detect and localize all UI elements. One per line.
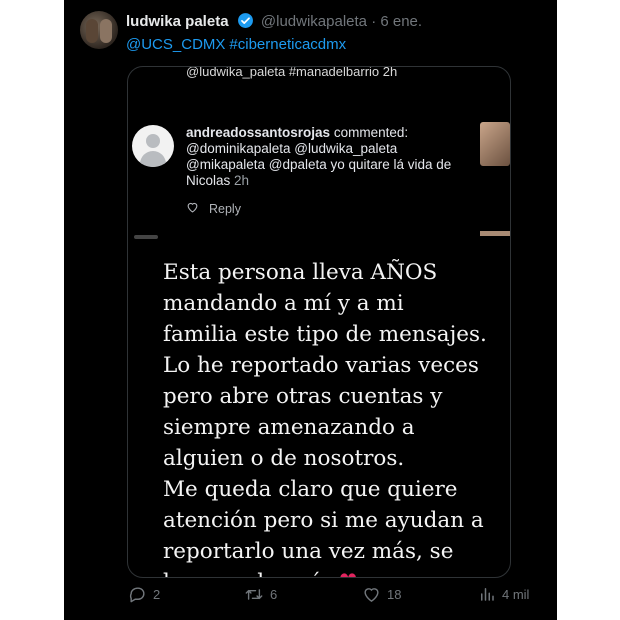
comment-reply-row: Reply (186, 201, 241, 216)
retweet-button[interactable]: 6 (244, 585, 277, 604)
mention-link[interactable]: @UCS_CDMX (126, 36, 225, 53)
heart-emoji: ♥ (338, 570, 357, 577)
tweet-media-image[interactable]: @ludwika_paleta #manadelbarrio 2h andrea… (127, 66, 511, 578)
tweet-header: ludwika paleta @ludwikapaleta · 6 ene. (126, 12, 422, 33)
reply-count: 2 (153, 587, 161, 602)
story-line: familia este tipo de mensajes. (163, 322, 487, 347)
tweet-date[interactable]: · 6 ene. (371, 13, 422, 30)
views-icon (478, 585, 496, 603)
hashtag-link[interactable]: #ciberneticacdmx (229, 36, 346, 53)
comment-line: @mikapaleta @dpaleta yo quitare lá vida … (186, 157, 452, 172)
comment-line: @dominikapaleta @ludwika_paleta (186, 141, 398, 156)
views-count: 4 mil (502, 586, 530, 602)
story-line: alguien o de nosotros. (163, 446, 405, 471)
like-count: 18 (387, 586, 402, 602)
tweet-actions: 2 6 18 4 mil (64, 585, 557, 611)
story-line: Me queda claro que quiere (163, 477, 458, 502)
story-line: los agradecería. (163, 570, 338, 577)
reply-label: Reply (209, 201, 241, 216)
comment-icon (128, 585, 147, 604)
story-line: reportarlo una vez más, se (163, 539, 454, 564)
display-name[interactable]: ludwika paleta (126, 13, 229, 30)
story-line: pero abre otras cuentas y (163, 384, 443, 409)
reply-button[interactable]: 2 (128, 585, 160, 604)
story-line: Lo he reportado varias veces (163, 353, 479, 378)
user-handle[interactable]: @ludwikapaleta (261, 13, 367, 30)
verified-badge-icon (237, 12, 254, 33)
thumbnail-edge (480, 231, 510, 236)
comment-line: Nicolas (186, 173, 231, 188)
story-line: mandando a mí y a mi (163, 291, 404, 316)
views-button[interactable]: 4 mil (478, 585, 529, 603)
story-line: Esta persona lleva AÑOS (163, 260, 438, 285)
tweet-card: ludwika paleta @ludwikapaleta · 6 ene. @… (64, 0, 557, 620)
comment-username: andreadossantosrojas (186, 125, 331, 140)
default-avatar-icon (132, 125, 174, 167)
screenshot-comment: andreadossantosrojas commented: @dominik… (186, 125, 466, 189)
user-avatar[interactable] (80, 11, 118, 49)
like-icon (362, 585, 381, 603)
comment-action: commented: (333, 125, 409, 140)
tweet-text: @UCS_CDMX #ciberneticacdmx (126, 36, 350, 53)
heart-outline-icon (186, 201, 199, 216)
retweet-icon (244, 585, 264, 604)
story-line: siempre amenazando a (163, 415, 415, 440)
comment-post-thumbnail (480, 122, 510, 166)
like-button[interactable]: 18 (362, 585, 401, 603)
comment-time: 2h (234, 173, 250, 188)
retweet-count: 6 (270, 587, 278, 602)
story-text: Esta persona lleva AÑOS mandando a mí y … (163, 257, 503, 577)
story-line: atención pero si me ayudan a (163, 508, 484, 533)
cropped-comment-text: @ludwika_paleta #manadelbarrio 2h (186, 66, 398, 79)
image-edge (134, 235, 158, 239)
